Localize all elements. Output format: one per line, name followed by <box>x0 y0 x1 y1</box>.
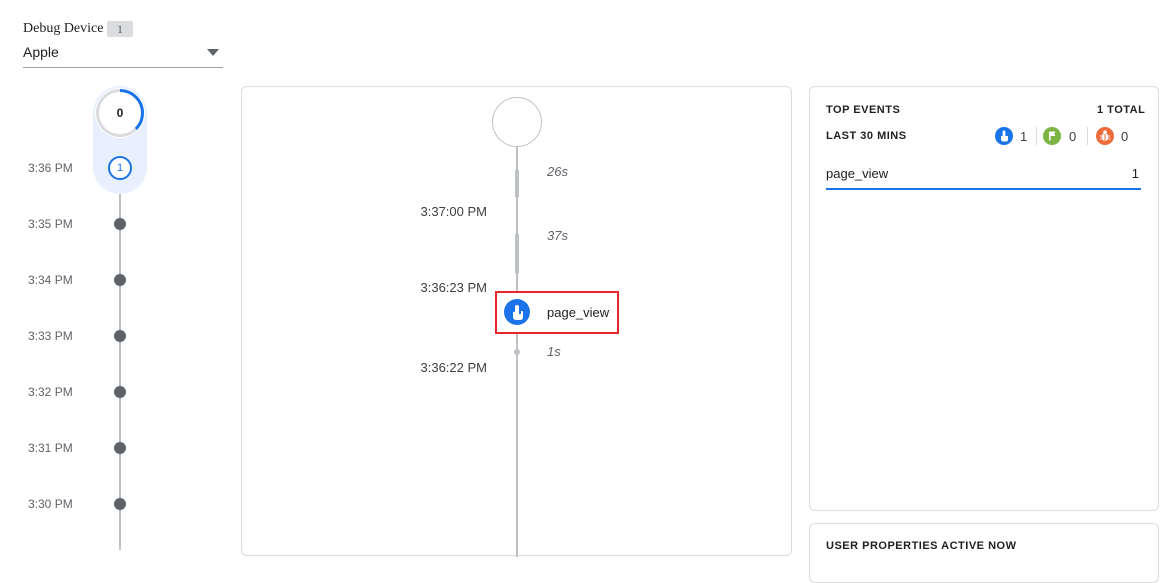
stream-time-label: 3:36:22 PM <box>420 360 488 375</box>
debug-device-selected-value: Apple <box>23 44 59 60</box>
minute-dot[interactable] <box>114 274 126 286</box>
current-minute-event-count[interactable]: 1 <box>108 156 132 180</box>
top-event-count: 1 <box>1131 166 1139 181</box>
seconds-stream-counter: 0 <box>95 88 145 138</box>
bug-icon <box>1096 127 1114 145</box>
minute-dot[interactable] <box>114 386 126 398</box>
divider <box>1087 127 1088 145</box>
divider <box>1036 127 1037 145</box>
stream-gap-label: 37s <box>547 228 568 243</box>
minute-label: 3:30 PM <box>28 497 73 511</box>
flag-count: 0 <box>1069 129 1077 144</box>
error-count: 0 <box>1121 129 1129 144</box>
minute-dot[interactable] <box>114 498 126 510</box>
debug-device-count-badge: 1 <box>107 21 133 37</box>
user-properties-card <box>809 523 1159 583</box>
stream-time-label: 3:37:00 PM <box>420 204 488 219</box>
minute-label: 3:34 PM <box>28 273 73 287</box>
top-events-timeframe: LAST 30 MINS <box>826 130 907 142</box>
top-event-row[interactable]: page_view 1 <box>826 162 1141 190</box>
stream-gap-label: 26s <box>547 164 568 179</box>
stream-small-dot <box>514 349 520 355</box>
debug-device-select[interactable]: Apple <box>23 40 223 68</box>
top-event-name: page_view <box>826 166 889 181</box>
flag-icon <box>1043 127 1061 145</box>
conversion-count: 1 <box>1020 129 1028 144</box>
stream-gap-label: 1s <box>547 344 561 359</box>
dropdown-arrow-icon <box>207 49 219 56</box>
event-name-label: page_view <box>547 305 610 320</box>
touch-icon <box>995 127 1013 145</box>
minute-dot[interactable] <box>114 442 126 454</box>
stream-gap-bar <box>515 169 519 198</box>
stream-time-label: 3:36:23 PM <box>420 280 488 295</box>
minute-label: 3:33 PM <box>28 329 73 343</box>
touch-icon <box>504 299 530 325</box>
stream-start-circle <box>492 97 542 147</box>
debug-device-label: Debug Device <box>23 21 104 36</box>
user-properties-title: USER PROPERTIES ACTIVE NOW <box>826 540 1017 552</box>
minute-dot[interactable] <box>114 330 126 342</box>
minute-label: 3:31 PM <box>28 441 73 455</box>
minute-label: 3:36 PM <box>28 161 73 175</box>
minute-label: 3:35 PM <box>28 217 73 231</box>
minute-dot[interactable] <box>114 218 126 230</box>
seconds-count: 0 <box>116 106 124 120</box>
stream-gap-bar <box>515 233 519 274</box>
top-events-card <box>809 86 1159 511</box>
top-events-title: TOP EVENTS <box>826 104 901 116</box>
minute-label: 3:32 PM <box>28 385 73 399</box>
top-events-total: 1 TOTAL <box>1097 104 1146 116</box>
